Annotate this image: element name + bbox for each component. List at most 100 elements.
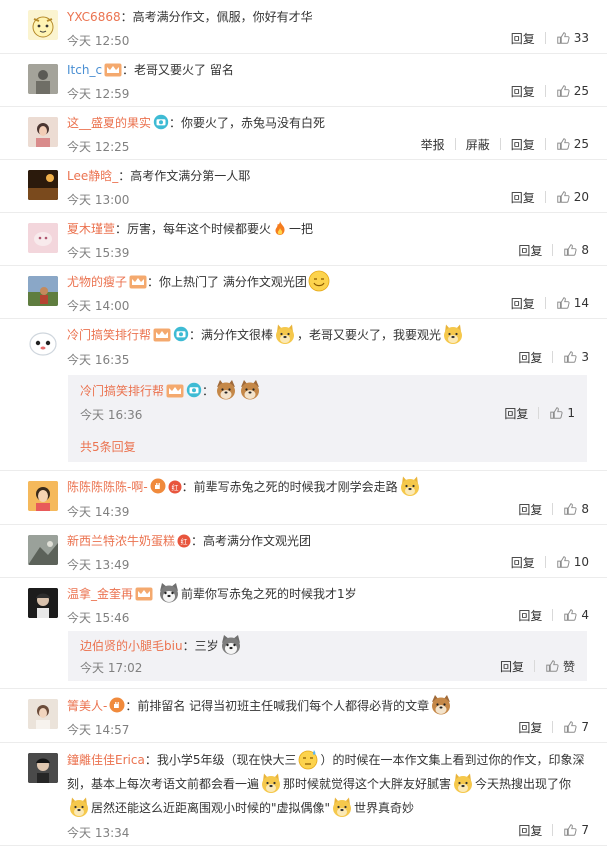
block-button[interactable]: 屏蔽 bbox=[466, 136, 490, 153]
comment-text: 夏木瑾萱：厉害，每年这个时候都要火 一把 bbox=[67, 217, 597, 241]
comment-time: 今天 14:39 bbox=[67, 505, 130, 519]
like-button[interactable]: 25 bbox=[556, 137, 589, 151]
comment-text: 温拿_金奎再 前辈你写赤兔之死的时候我才1岁 bbox=[67, 582, 597, 606]
avatar[interactable] bbox=[28, 753, 58, 783]
like-count: 25 bbox=[573, 137, 589, 151]
username-link[interactable]: YXC6868 bbox=[67, 10, 121, 24]
like-button[interactable]: 33 bbox=[556, 31, 589, 45]
like-button[interactable]: 7 bbox=[563, 823, 589, 837]
avatar[interactable] bbox=[28, 329, 58, 359]
comment-item: 夏木瑾萱：厉害，每年这个时候都要火 一把 今天 15:39 回复 8 bbox=[0, 213, 607, 266]
divider bbox=[544, 85, 546, 97]
thumbs-up-icon bbox=[563, 720, 577, 734]
doge-emoji-icon bbox=[442, 323, 464, 345]
thumbs-up-icon bbox=[563, 608, 577, 622]
reply-button[interactable]: 回复 bbox=[500, 658, 524, 675]
like-button[interactable]: 10 bbox=[556, 555, 589, 569]
divider bbox=[538, 407, 540, 419]
avatar[interactable] bbox=[28, 10, 58, 40]
username-link[interactable]: 夏木瑾萱 bbox=[67, 222, 115, 236]
comment-content-part4: 今天热搜出现了你 bbox=[475, 777, 572, 791]
comment-content-tail: ，老哥又要火了，我要观光 bbox=[297, 328, 442, 342]
reply-time: 今天 16:36 bbox=[80, 408, 143, 422]
like-count: 8 bbox=[581, 502, 589, 516]
username-link[interactable]: 尤物的瘦子 bbox=[67, 275, 127, 289]
member-crown-icon bbox=[104, 63, 122, 77]
like-count: 3 bbox=[581, 350, 589, 364]
reply-button[interactable]: 回复 bbox=[518, 607, 542, 624]
like-button[interactable]: 赞 bbox=[545, 658, 575, 675]
comment-content: ：你上热门了 满分作文观光团 bbox=[147, 275, 307, 289]
reply-button[interactable]: 回复 bbox=[518, 349, 542, 366]
dog-emoji-icon bbox=[430, 694, 452, 716]
reply-button[interactable]: 回复 bbox=[518, 501, 542, 518]
camera-badge-icon bbox=[153, 114, 169, 130]
like-button[interactable]: 14 bbox=[556, 296, 589, 310]
avatar[interactable] bbox=[28, 117, 58, 147]
username-link[interactable]: 边伯贤的小腿毛biu bbox=[80, 639, 183, 653]
like-button[interactable]: 3 bbox=[563, 350, 589, 364]
divider bbox=[552, 609, 554, 621]
username-link[interactable]: 温拿_金奎再 bbox=[67, 587, 133, 601]
like-button[interactable]: 7 bbox=[563, 720, 589, 734]
comment-content: ：你要火了，赤兔马没有白死 bbox=[169, 116, 326, 130]
reply-button[interactable]: 回复 bbox=[511, 83, 535, 100]
reply-button[interactable]: 回复 bbox=[511, 554, 535, 571]
comment-item: 鐘離佳佳Erica：我小学5年级（现在快大三 ）的时候在一本作文集上看到过你的作文… bbox=[0, 743, 607, 846]
comment-text: 这__盛夏的果实 ：你要火了，赤兔马没有白死 bbox=[67, 111, 597, 135]
reply-button[interactable]: 回复 bbox=[511, 30, 535, 47]
avatar[interactable] bbox=[28, 481, 58, 511]
username-link[interactable]: 冷门搞笑排行帮 bbox=[67, 328, 151, 342]
comment-time: 今天 13:49 bbox=[67, 558, 130, 572]
divider bbox=[552, 721, 554, 733]
comment-text: 鐘離佳佳Erica：我小学5年级（现在快大三 ）的时候在一本作文集上看到过你的作文… bbox=[67, 748, 589, 820]
like-count: 25 bbox=[573, 84, 589, 98]
avatar[interactable] bbox=[28, 699, 58, 729]
comment-actions: 回复 10 bbox=[511, 553, 589, 571]
reply-button[interactable]: 回复 bbox=[511, 189, 535, 206]
reply-button[interactable]: 回复 bbox=[511, 136, 535, 153]
like-button[interactable]: 25 bbox=[556, 84, 589, 98]
reply-button[interactable]: 回复 bbox=[518, 822, 542, 839]
comment-time: 今天 12:59 bbox=[67, 87, 130, 101]
avatar[interactable] bbox=[28, 64, 58, 94]
thumbs-up-icon bbox=[545, 659, 559, 673]
like-button[interactable]: 4 bbox=[563, 608, 589, 622]
avatar[interactable] bbox=[28, 170, 58, 200]
username-link[interactable]: 陈陈陈陈陈-啊- bbox=[67, 480, 148, 494]
avatar[interactable] bbox=[28, 223, 58, 253]
username-link[interactable]: Lee静晗_ bbox=[67, 169, 118, 183]
username-link[interactable]: 冷门搞笑排行帮 bbox=[80, 384, 164, 398]
hand-badge-icon bbox=[109, 697, 125, 713]
username-link[interactable]: 这__盛夏的果实 bbox=[67, 116, 151, 130]
view-all-replies-link[interactable]: 共5条回复 bbox=[80, 438, 136, 455]
reply-button[interactable]: 回复 bbox=[518, 719, 542, 736]
thumbs-up-icon bbox=[556, 84, 570, 98]
username-link[interactable]: Itch_c bbox=[67, 63, 102, 77]
reply-button[interactable]: 回复 bbox=[504, 405, 528, 422]
reply-button[interactable]: 回复 bbox=[518, 242, 542, 259]
report-button[interactable]: 举报 bbox=[421, 136, 445, 153]
thumbs-up-icon bbox=[549, 406, 563, 420]
reply-button[interactable]: 回复 bbox=[511, 295, 535, 312]
reply-box: 冷门搞笑排行帮 ： 今天 16:36 回复 1 共5条回复 bbox=[68, 375, 587, 462]
smile-emoji-icon bbox=[308, 270, 330, 292]
username-link[interactable]: 新西兰特浓牛奶蛋糕 bbox=[67, 534, 175, 548]
like-button[interactable]: 8 bbox=[563, 243, 589, 257]
avatar[interactable] bbox=[28, 276, 58, 306]
reply-actions: 回复 1 bbox=[504, 404, 575, 422]
avatar[interactable] bbox=[28, 535, 58, 565]
like-count: 1 bbox=[567, 406, 575, 420]
like-button[interactable]: 8 bbox=[563, 502, 589, 516]
like-count: 7 bbox=[581, 823, 589, 837]
avatar[interactable] bbox=[28, 588, 58, 618]
like-button[interactable]: 20 bbox=[556, 190, 589, 204]
like-count: 7 bbox=[581, 720, 589, 734]
comment-content: 前辈你写赤兔之死的时候我才1岁 bbox=[181, 587, 357, 601]
username-link[interactable]: 箐美人- bbox=[67, 699, 107, 713]
divider bbox=[544, 297, 546, 309]
comment-content-part1: ：我小学5年级（现在快大三 bbox=[144, 753, 297, 767]
like-button[interactable]: 1 bbox=[549, 406, 575, 420]
username-link[interactable]: 鐘離佳佳Erica bbox=[67, 753, 145, 767]
comment-actions: 回复 33 bbox=[511, 29, 589, 47]
